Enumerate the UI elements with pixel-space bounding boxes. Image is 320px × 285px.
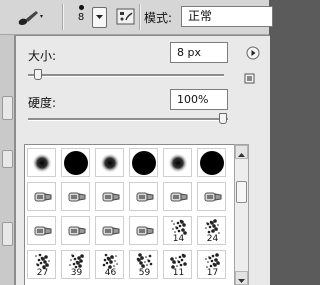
brush-preset-bristle[interactable]	[27, 182, 56, 211]
brush-tip-bristle-icon	[68, 192, 86, 202]
brush-preset-scatter[interactable]: 59	[129, 250, 158, 279]
tool-strip	[0, 0, 15, 285]
brush-tool-icon	[18, 11, 43, 25]
brush-preset-size: 27	[36, 268, 49, 278]
brush-tip-bristle-icon	[136, 192, 154, 202]
brush-tip-bristle-icon	[102, 226, 120, 236]
new-preset-icon	[244, 73, 255, 84]
brush-tip-hard-icon	[200, 151, 224, 175]
brush-preset-hard[interactable]	[129, 148, 158, 177]
brush-preset-picker[interactable]: 8	[74, 2, 88, 32]
brush-size-readout: 8	[77, 12, 85, 23]
size-slider-track[interactable]	[28, 74, 224, 77]
brush-picker-dropdown-button[interactable]	[92, 7, 107, 28]
brush-preset-scatter[interactable]: 27	[27, 250, 56, 279]
preset-scrollbar[interactable]	[234, 144, 249, 285]
options-bar: 8 模式: 正常	[0, 0, 273, 35]
blend-mode-select[interactable]: 正常	[181, 6, 273, 27]
brush-tip-soft-icon	[100, 153, 120, 173]
panel-tab[interactable]	[2, 222, 13, 246]
separator	[139, 4, 141, 30]
brush-tool-button[interactable]	[16, 6, 46, 28]
brush-preset-size: 39	[70, 268, 83, 278]
brush-preset-scatter[interactable]: 39	[61, 250, 90, 279]
brush-tip-bristle-icon	[34, 226, 52, 236]
brush-tip-hard-icon	[132, 151, 156, 175]
size-slider-thumb[interactable]	[34, 69, 42, 80]
new-preset-button[interactable]	[244, 70, 256, 84]
brush-preset-size: 46	[104, 268, 117, 278]
brush-preset-size: 14	[172, 234, 185, 244]
brush-preset-soft[interactable]	[163, 148, 192, 177]
scroll-up-button[interactable]	[235, 145, 248, 159]
brush-preset-bristle[interactable]	[197, 182, 226, 211]
brush-preset-size: 24	[206, 234, 219, 244]
brush-tip-bristle-icon	[170, 192, 188, 202]
brush-preset-size: 17	[206, 268, 219, 278]
brush-preset-bristle[interactable]	[61, 216, 90, 245]
hardness-input[interactable]: 100%	[170, 89, 228, 110]
chevron-up-icon	[238, 153, 245, 157]
chevron-down-icon	[238, 279, 245, 283]
photoshop-brush-ui: 8 模式: 正常 大小: 8 px 硬度: 100% 14 24 27 39 4…	[0, 0, 273, 285]
brush-tip-bristle-icon	[136, 226, 154, 236]
panel-menu-button[interactable]	[246, 45, 260, 60]
brush-preset-hard[interactable]	[61, 148, 90, 177]
brush-preset-bristle[interactable]	[95, 182, 124, 211]
brush-preset-panel: 大小: 8 px 硬度: 100% 14 24 27 39 46 59 11 17	[15, 35, 270, 285]
brush-tip-soft-icon	[168, 153, 188, 173]
brush-preset-soft[interactable]	[95, 148, 124, 177]
brush-tip-bristle-icon	[102, 192, 120, 202]
brush-tip-soft-icon	[32, 153, 52, 173]
brush-preset-scatter[interactable]: 14	[163, 216, 192, 245]
hardness-label: 硬度:	[28, 96, 57, 110]
brush-preset-hard[interactable]	[197, 148, 226, 177]
brush-preset-size: 11	[172, 268, 185, 278]
chevron-down-icon	[96, 15, 103, 19]
brush-tip-bristle-icon	[204, 192, 222, 202]
brush-dot-icon	[78, 5, 84, 10]
brush-preset-bristle[interactable]	[129, 216, 158, 245]
brush-preset-scatter[interactable]: 24	[197, 216, 226, 245]
brush-preset-bristle[interactable]	[129, 182, 158, 211]
scroll-down-button[interactable]	[235, 271, 248, 285]
brush-tip-hard-icon	[64, 151, 88, 175]
brush-preset-scatter[interactable]: 17	[197, 250, 226, 279]
brush-preset-soft[interactable]	[27, 148, 56, 177]
brush-preset-bristle[interactable]	[163, 182, 192, 211]
scroll-thumb[interactable]	[236, 181, 247, 203]
brush-preset-scatter[interactable]: 11	[163, 250, 192, 279]
hardness-slider-track[interactable]	[28, 118, 228, 121]
panel-tab[interactable]	[2, 150, 13, 168]
separator	[62, 4, 64, 30]
brush-tip-bristle-icon	[34, 192, 52, 202]
brush-panel-toggle-icon	[116, 8, 135, 25]
brush-tip-bristle-icon	[68, 226, 86, 236]
size-label: 大小:	[28, 49, 57, 63]
panel-tab[interactable]	[2, 96, 13, 120]
hardness-slider-thumb[interactable]	[219, 113, 227, 124]
mode-label: 模式:	[144, 11, 173, 25]
brush-preset-scatter[interactable]: 46	[95, 250, 124, 279]
brush-preset-bristle[interactable]	[61, 182, 90, 211]
brush-preset-size: 59	[138, 268, 151, 278]
panel-menu-arrow-icon	[246, 46, 260, 60]
brush-panel-toggle-button[interactable]	[116, 8, 136, 26]
brush-preset-bristle[interactable]	[27, 216, 56, 245]
brush-preset-bristle[interactable]	[95, 216, 124, 245]
size-input[interactable]: 8 px	[170, 42, 228, 63]
brush-preset-grid: 14 24 27 39 46 59 11 17	[24, 144, 236, 285]
